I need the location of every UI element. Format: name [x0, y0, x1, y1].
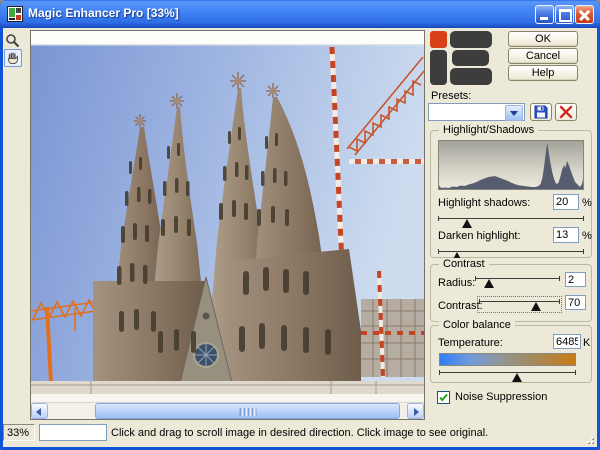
delete-preset-button[interactable]: [555, 103, 577, 121]
presets-label: Presets:: [431, 90, 471, 102]
slider-thumb[interactable]: [484, 279, 494, 288]
help-button[interactable]: Help: [508, 65, 578, 81]
temperature-unit: K: [583, 337, 590, 349]
color-balance-title: Color balance: [439, 319, 515, 331]
temperature-slider[interactable]: [439, 369, 576, 382]
scrollbar-grip: [239, 408, 256, 416]
hand-tool-button[interactable]: [4, 49, 22, 67]
check-icon: [438, 392, 449, 403]
close-button[interactable]: [575, 5, 594, 24]
resize-grip[interactable]: [583, 433, 595, 445]
darken-highlight-label: Darken highlight:: [438, 230, 521, 242]
contrast-value[interactable]: [565, 295, 586, 310]
dialog-content: 33% Click and drag to scroll image in de…: [3, 28, 597, 447]
noise-suppression-checkbox[interactable]: [437, 391, 450, 404]
radius-label: Radius:: [438, 277, 475, 289]
floppy-disk-icon: [534, 105, 548, 119]
presets-dropdown[interactable]: [428, 103, 525, 121]
slider-track: [438, 218, 584, 219]
preview-photo[interactable]: [31, 31, 424, 402]
slider-thumb[interactable]: [531, 302, 541, 311]
maximize-button[interactable]: [555, 5, 574, 24]
scroll-right-button[interactable]: [407, 403, 424, 419]
minimize-button[interactable]: [535, 5, 554, 24]
temperature-gradient-bar: [439, 353, 576, 366]
contrast-group: Contrast Radius: Contrast:: [430, 264, 592, 322]
histogram-curve: [439, 141, 583, 189]
highlight-shadows-group: Highlight/Shadows Highlight shadows: % D…: [430, 130, 592, 258]
crane-right-jib: [349, 159, 424, 164]
contrast-title: Contrast: [439, 258, 489, 270]
image-preview-frame: [30, 30, 425, 420]
scrollbar-thumb[interactable]: [95, 403, 400, 419]
plugin-logo: [430, 31, 494, 86]
noise-suppression-label: Noise Suppression: [455, 391, 547, 403]
window-title: Magic Enhancer Pro [33%]: [28, 6, 179, 20]
status-input[interactable]: [39, 424, 107, 441]
highlight-shadows-title: Highlight/Shadows: [439, 124, 538, 136]
red-x-icon: [559, 105, 573, 119]
contrast-slider[interactable]: [479, 298, 560, 311]
save-preset-button[interactable]: [530, 103, 552, 121]
horizontal-scrollbar[interactable]: [31, 402, 424, 419]
highlight-shadows-value[interactable]: [553, 194, 579, 210]
highlight-shadows-label: Highlight shadows:: [438, 197, 530, 209]
darken-highlight-value[interactable]: [553, 227, 579, 243]
app-icon: [7, 6, 23, 22]
hand-icon: [5, 50, 21, 66]
slider-thumb[interactable]: [512, 373, 522, 382]
highlight-shadows-unit: %: [582, 197, 592, 209]
chevron-left-icon: [36, 408, 41, 416]
zoom-tool-icon[interactable]: [5, 33, 20, 48]
title-bar[interactable]: Magic Enhancer Pro [33%]: [0, 0, 600, 28]
scroll-left-button[interactable]: [31, 403, 48, 419]
ok-button[interactable]: OK: [508, 31, 578, 47]
slider-track: [479, 301, 560, 302]
cancel-button[interactable]: Cancel: [508, 48, 578, 64]
magic-enhancer-dialog: Magic Enhancer Pro [33%]: [0, 0, 600, 450]
zoom-level-indicator: 33%: [3, 424, 35, 441]
chevron-right-icon: [414, 408, 419, 416]
slider-track: [439, 372, 576, 373]
temperature-value[interactable]: [553, 334, 581, 349]
status-hint-text: Click and drag to scroll image in desire…: [111, 427, 488, 439]
histogram-display: [438, 140, 584, 190]
darken-highlight-unit: %: [582, 230, 592, 242]
chevron-down-icon[interactable]: [505, 105, 523, 121]
temperature-label: Temperature:: [438, 337, 503, 349]
slider-thumb[interactable]: [462, 219, 472, 228]
radius-value[interactable]: [565, 272, 586, 287]
radius-slider[interactable]: [475, 275, 560, 288]
contrast-label: Contrast:: [438, 300, 483, 312]
color-balance-group: Color balance Temperature: K: [430, 325, 592, 383]
